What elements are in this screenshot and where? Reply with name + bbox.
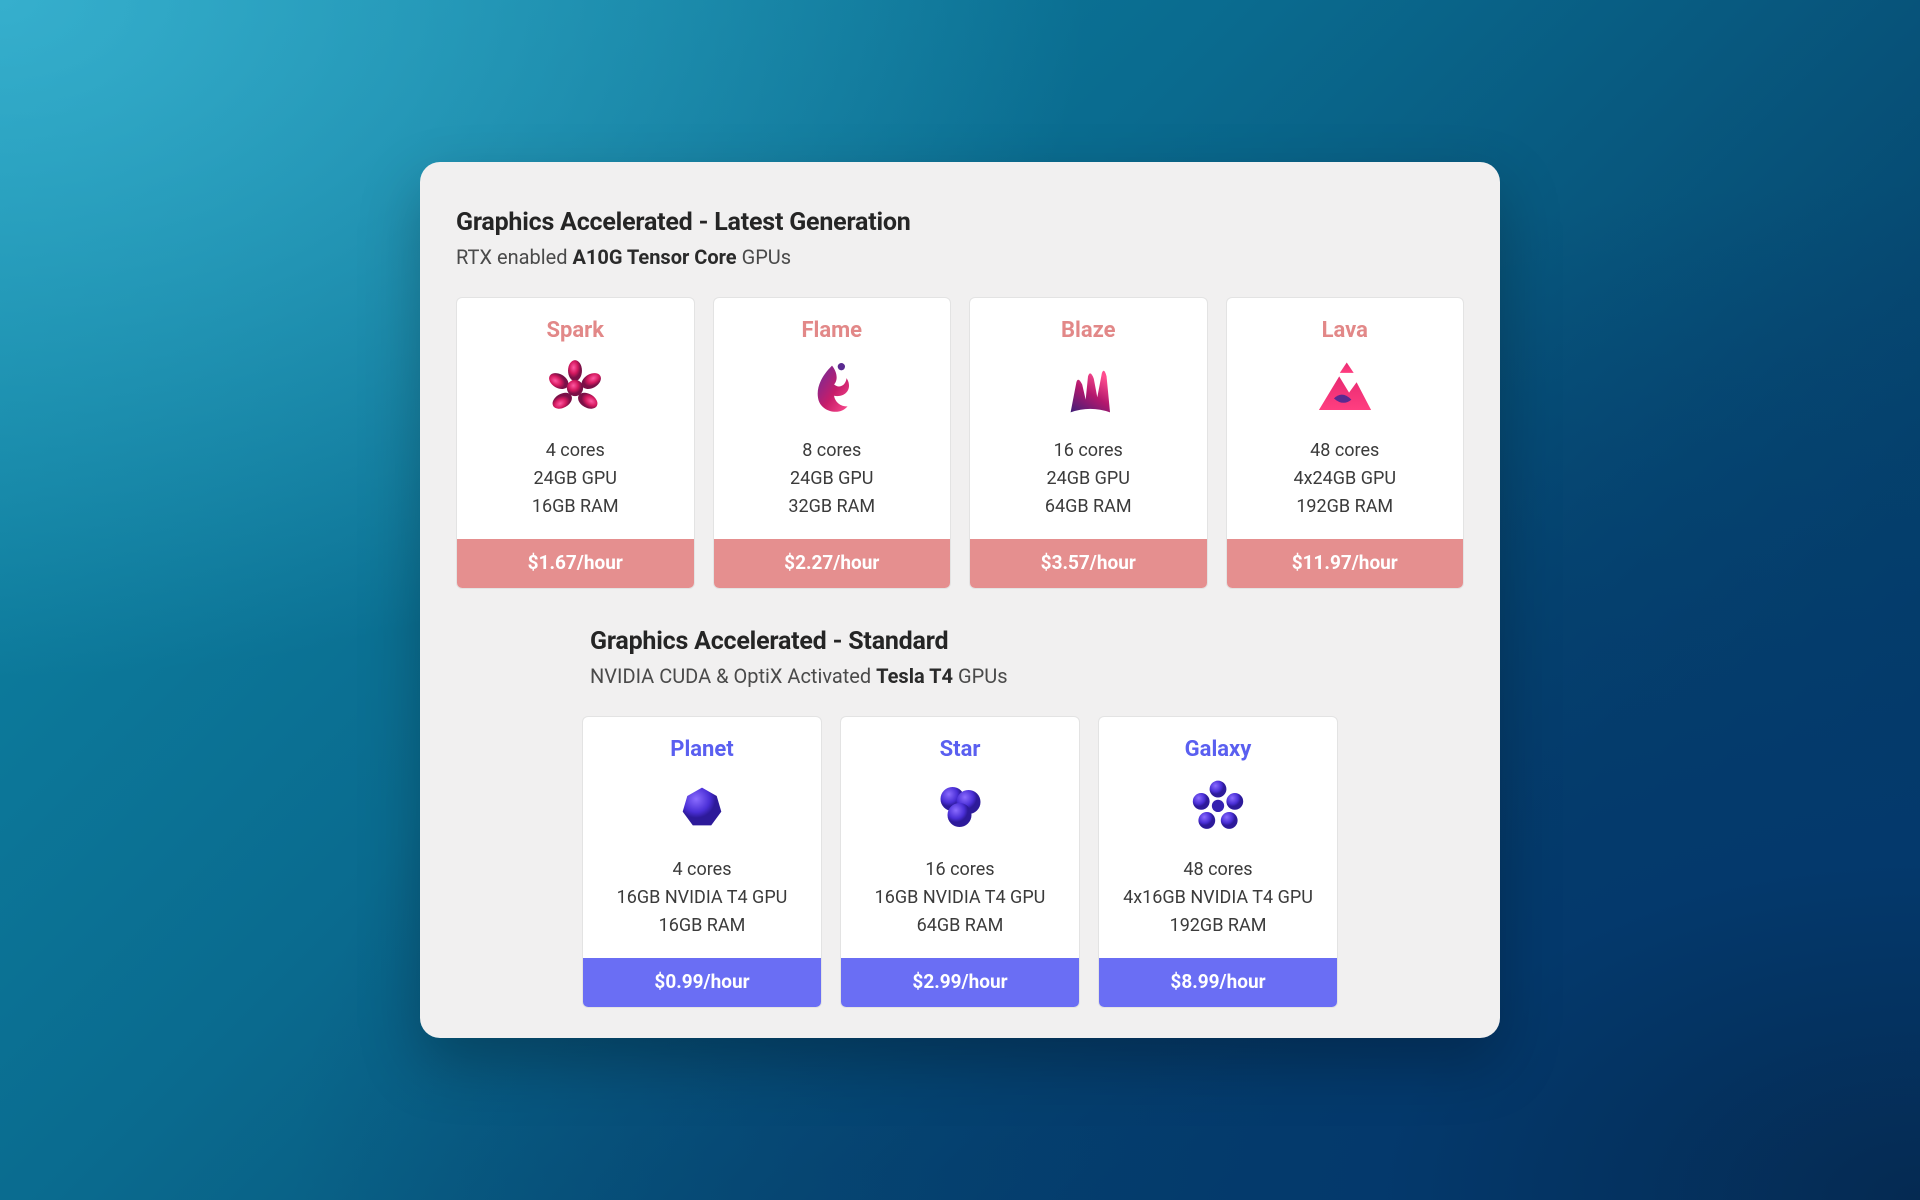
- spec-gpu: 4x24GB GPU: [1293, 465, 1396, 493]
- pricing-panel: Graphics Accelerated - Latest Generation…: [420, 162, 1500, 1037]
- sub-suffix: GPUs: [953, 664, 1008, 688]
- spec-ram: 16GB RAM: [617, 912, 788, 940]
- lava-icon: [1310, 353, 1380, 423]
- spec-cores: 16 cores: [875, 856, 1046, 884]
- price-bar: $0.99/hour: [583, 958, 821, 1007]
- tier-card-blaze[interactable]: Blaze 16 cores 24GB GPU 64GB RAM $3.57/h…: [969, 297, 1208, 589]
- price-bar: $1.67/hour: [457, 539, 694, 588]
- galaxy-icon: [1183, 772, 1253, 842]
- spec-ram: 192GB RAM: [1293, 493, 1396, 521]
- tier-card-planet[interactable]: Planet 4 cores 16GB NVIDIA T4 GPU 16GB R…: [582, 716, 822, 1008]
- sub-prefix: NVIDIA CUDA & OptiX Activated: [590, 664, 876, 688]
- price-bar: $3.57/hour: [970, 539, 1207, 588]
- section-standard: Graphics Accelerated - Standard NVIDIA C…: [456, 627, 1464, 1008]
- spec-cores: 4 cores: [617, 856, 788, 884]
- spec-ram: 64GB RAM: [875, 912, 1046, 940]
- tier-card-flame[interactable]: Flame 8 cores 24GB GPU 32GB RAM $2.27/ho…: [713, 297, 952, 589]
- spec-ram: 64GB RAM: [1045, 493, 1132, 521]
- spec-gpu: 4x16GB NVIDIA T4 GPU: [1123, 884, 1313, 912]
- spec-cores: 16 cores: [1045, 437, 1132, 465]
- spec-cores: 48 cores: [1123, 856, 1313, 884]
- tier-specs: 8 cores 24GB GPU 32GB RAM: [788, 437, 875, 521]
- spec-cores: 48 cores: [1293, 437, 1396, 465]
- section-heading: Graphics Accelerated - Standard: [590, 627, 1464, 656]
- price-bar: $2.99/hour: [841, 958, 1079, 1007]
- spec-ram: 32GB RAM: [788, 493, 875, 521]
- spec-cores: 8 cores: [788, 437, 875, 465]
- tier-name: Lava: [1322, 318, 1368, 343]
- spec-gpu: 24GB GPU: [1045, 465, 1132, 493]
- section-subheading: NVIDIA CUDA & OptiX Activated Tesla T4 G…: [590, 664, 1464, 688]
- flame-icon: [797, 353, 867, 423]
- tier-specs: 4 cores 24GB GPU 16GB RAM: [532, 437, 619, 521]
- tier-name: Galaxy: [1185, 737, 1252, 762]
- spec-gpu: 24GB GPU: [788, 465, 875, 493]
- sub-prefix: RTX enabled: [456, 245, 572, 269]
- tier-card-spark[interactable]: Spark 4 core: [456, 297, 695, 589]
- price-bar: $11.97/hour: [1227, 539, 1464, 588]
- tier-card-galaxy[interactable]: Galaxy 48 co: [1098, 716, 1338, 1008]
- section-subheading: RTX enabled A10G Tensor Core GPUs: [456, 245, 1464, 269]
- tier-cards-row: Spark 4 core: [456, 297, 1464, 589]
- sub-bold: A10G Tensor Core: [572, 245, 736, 269]
- tier-card-star[interactable]: Star 16 cores 16GB NVIDIA T4 GPU 64GB RA…: [840, 716, 1080, 1008]
- tier-card-lava[interactable]: Lava 48 cores 4x24GB GPU 192GB RAM $11.9…: [1226, 297, 1465, 589]
- tier-specs: 4 cores 16GB NVIDIA T4 GPU 16GB RAM: [617, 856, 788, 940]
- planet-icon: [667, 772, 737, 842]
- tier-name: Blaze: [1061, 318, 1116, 343]
- tier-specs: 16 cores 16GB NVIDIA T4 GPU 64GB RAM: [875, 856, 1046, 940]
- tier-name: Star: [940, 737, 981, 762]
- spec-cores: 4 cores: [532, 437, 619, 465]
- spec-gpu: 16GB NVIDIA T4 GPU: [875, 884, 1046, 912]
- tier-name: Planet: [670, 737, 733, 762]
- price-bar: $8.99/hour: [1099, 958, 1337, 1007]
- star-icon: [925, 772, 995, 842]
- section-latest-gen: Graphics Accelerated - Latest Generation…: [456, 208, 1464, 589]
- tier-name: Spark: [546, 318, 604, 343]
- spec-ram: 192GB RAM: [1123, 912, 1313, 940]
- tier-specs: 48 cores 4x16GB NVIDIA T4 GPU 192GB RAM: [1123, 856, 1313, 940]
- tier-specs: 48 cores 4x24GB GPU 192GB RAM: [1293, 437, 1396, 521]
- tier-specs: 16 cores 24GB GPU 64GB RAM: [1045, 437, 1132, 521]
- spark-icon: [540, 353, 610, 423]
- sub-suffix: GPUs: [737, 245, 792, 269]
- blaze-icon: [1053, 353, 1123, 423]
- spec-gpu: 24GB GPU: [532, 465, 619, 493]
- section-heading: Graphics Accelerated - Latest Generation: [456, 208, 1464, 237]
- tier-name: Flame: [801, 318, 862, 343]
- sub-bold: Tesla T4: [876, 664, 953, 688]
- price-bar: $2.27/hour: [714, 539, 951, 588]
- tier-cards-row: Planet 4 cores 16GB NVIDIA T4 GPU 16GB R…: [456, 716, 1464, 1008]
- spec-ram: 16GB RAM: [532, 493, 619, 521]
- spec-gpu: 16GB NVIDIA T4 GPU: [617, 884, 788, 912]
